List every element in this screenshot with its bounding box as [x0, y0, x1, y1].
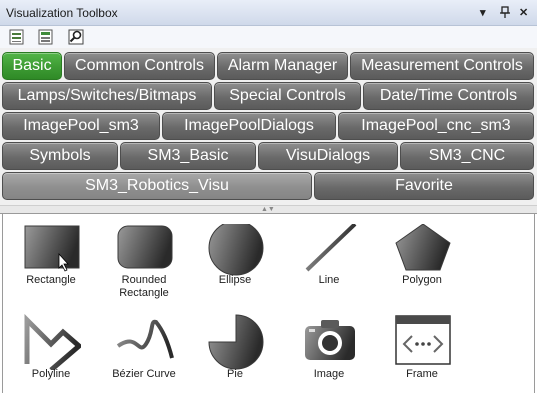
palette-item-image[interactable]: Image	[284, 314, 374, 382]
toolbox-toolbar	[0, 26, 537, 48]
tab-imagepool-cnc-sm3[interactable]: ImagePool_cnc_sm3	[338, 112, 534, 140]
tab-basic[interactable]: Basic	[2, 52, 62, 80]
palette-item-label: Line	[318, 274, 340, 286]
palette-item-label: Pie	[227, 368, 243, 380]
palette-item-label: Polyline	[31, 368, 71, 380]
splitter-grip-icon: ▲▼	[261, 206, 275, 213]
palette-item-ellipse[interactable]: Ellipse	[190, 220, 280, 304]
palette-item-polygon[interactable]: Polygon	[377, 223, 467, 304]
frame-icon	[394, 314, 452, 370]
line-icon	[301, 222, 359, 280]
element-palette: Rectangle Rounded Rectangle Ellipse Line…	[2, 214, 535, 393]
window-title: Visualization Toolbox	[6, 6, 118, 20]
palette-item-polyline[interactable]: Polyline	[6, 313, 96, 382]
category-tabs: Basic Common Controls Alarm Manager Meas…	[0, 48, 537, 205]
polyline-icon	[23, 313, 83, 372]
palette-item-line[interactable]: Line	[284, 222, 374, 304]
close-icon[interactable]: ✕	[519, 6, 528, 19]
tab-special-controls[interactable]: Special Controls	[214, 82, 361, 110]
search-icon[interactable]	[68, 29, 84, 45]
tab-alarm-manager[interactable]: Alarm Manager	[217, 52, 348, 80]
tab-imagepooldialogs[interactable]: ImagePoolDialogs	[162, 112, 336, 140]
rounded-rectangle-icon	[116, 224, 174, 280]
pin-icon[interactable]	[500, 6, 510, 21]
tab-symbols[interactable]: Symbols	[2, 142, 118, 170]
camera-icon	[301, 314, 359, 370]
list-view-icon[interactable]	[9, 29, 25, 45]
tab-sm3-robotics-visu[interactable]: SM3_Robotics_Visu	[2, 172, 312, 200]
palette-item-label: Rounded Rectangle	[119, 274, 169, 299]
panel-splitter[interactable]: ▲▼	[0, 205, 537, 214]
pie-icon	[207, 314, 265, 370]
palette-item-label: Rectangle	[26, 274, 76, 286]
palette-item-label: Image	[313, 368, 345, 380]
tab-lamps-switches-bitmaps[interactable]: Lamps/Switches/Bitmaps	[2, 82, 212, 110]
tab-visudialogs[interactable]: VisuDialogs	[258, 142, 398, 170]
rectangle-icon	[23, 224, 81, 280]
palette-item-bezier-curve[interactable]: Bézier Curve	[99, 314, 189, 382]
palette-item-label: Ellipse	[218, 274, 252, 286]
palette-item-label: Polygon	[402, 274, 442, 286]
tab-sm3-basic[interactable]: SM3_Basic	[120, 142, 256, 170]
tab-date-time-controls[interactable]: Date/Time Controls	[363, 82, 534, 110]
palette-item-label: Bézier Curve	[112, 368, 176, 380]
toolbox-title-bar: Visualization Toolbox ▾ ✕	[0, 0, 537, 26]
tab-common-controls[interactable]: Common Controls	[64, 52, 215, 80]
ellipse-icon	[207, 220, 265, 280]
palette-item-pie[interactable]: Pie	[190, 314, 280, 382]
polygon-icon	[394, 223, 452, 280]
tab-favorite[interactable]: Favorite	[314, 172, 534, 200]
tab-sm3-cnc[interactable]: SM3_CNC	[400, 142, 534, 170]
palette-item-label: Frame	[406, 368, 438, 380]
palette-item-rectangle[interactable]: Rectangle	[6, 224, 96, 304]
tab-imagepool-sm3[interactable]: ImagePool_sm3	[2, 112, 160, 140]
palette-item-frame[interactable]: Frame	[377, 314, 467, 382]
list-view-alt-icon[interactable]	[38, 29, 54, 45]
tab-measurement-controls[interactable]: Measurement Controls	[350, 52, 534, 80]
dropdown-icon[interactable]: ▾	[480, 6, 486, 19]
palette-item-rounded-rectangle[interactable]: Rounded Rectangle	[99, 224, 189, 304]
bezier-curve-icon	[116, 314, 174, 370]
